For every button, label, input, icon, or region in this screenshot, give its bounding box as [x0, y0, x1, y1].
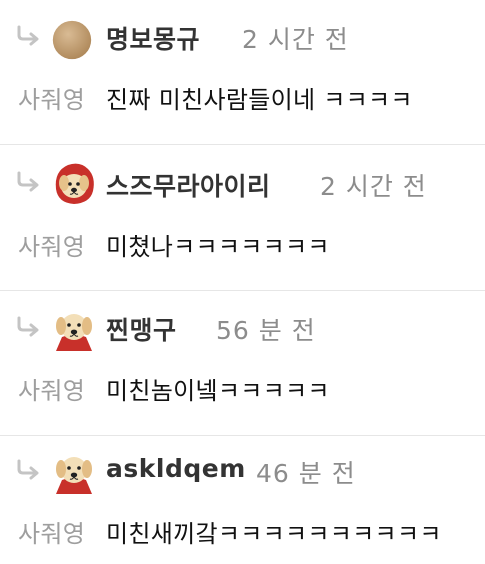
comment-timestamp: 2 시간 전 — [242, 25, 349, 54]
comment-list: 명보몽규 2 시간 전 사줘영 진짜 미친사람들이네 ㅋㅋㅋㅋ 스즈무라아이리 … — [0, 0, 485, 564]
puppy-red-cape-avatar-icon[interactable] — [50, 448, 98, 496]
puppy-red-cape-avatar-icon[interactable] — [50, 305, 98, 353]
reply-arrow-icon — [17, 459, 39, 480]
mention-tag[interactable]: 사줘영 — [18, 371, 85, 406]
comment-text: 미쳤나ㅋㅋㅋㅋㅋㅋㅋ — [106, 233, 330, 261]
mention-tag[interactable]: 사줘영 — [18, 514, 85, 549]
reply-arrow-icon — [17, 316, 39, 337]
comment-timestamp: 56 분 전 — [216, 316, 316, 345]
reply-arrow-icon — [17, 25, 39, 46]
mention-tag[interactable]: 사줘영 — [18, 80, 85, 115]
reply-comment: askldqem 46 분 전 사줘영 미친새끼갘ㅋㅋㅋㅋㅋㅋㅋㅋㅋㅋ — [0, 436, 485, 564]
comment-username[interactable]: 스즈무라아이리 — [106, 167, 271, 203]
puppy-red-hood-avatar-icon[interactable] — [50, 159, 98, 207]
comment-username[interactable]: 찐맹구 — [106, 311, 177, 347]
reply-comment: 스즈무라아이리 2 시간 전 사줘영 미쳤나ㅋㅋㅋㅋㅋㅋㅋ — [0, 145, 485, 291]
comment-text: 진짜 미친사람들이네 ㅋㅋㅋㅋ — [106, 86, 413, 114]
comment-text: 미친놈이넼ㅋㅋㅋㅋㅋ — [106, 377, 330, 405]
brown-circle-avatar-icon[interactable] — [52, 20, 92, 60]
reply-comment: 명보몽규 2 시간 전 사줘영 진짜 미친사람들이네 ㅋㅋㅋㅋ — [0, 0, 485, 145]
comment-timestamp: 46 분 전 — [256, 459, 356, 488]
reply-comment: 찐맹구 56 분 전 사줘영 미친놈이넼ㅋㅋㅋㅋㅋ — [0, 291, 485, 436]
comment-timestamp: 2 시간 전 — [320, 172, 427, 201]
comment-text: 미친새끼갘ㅋㅋㅋㅋㅋㅋㅋㅋㅋㅋ — [106, 520, 442, 548]
comment-username[interactable]: 명보몽규 — [106, 20, 200, 56]
mention-tag[interactable]: 사줘영 — [18, 227, 85, 262]
comment-username[interactable]: askldqem — [106, 454, 246, 483]
reply-arrow-icon — [17, 171, 39, 192]
